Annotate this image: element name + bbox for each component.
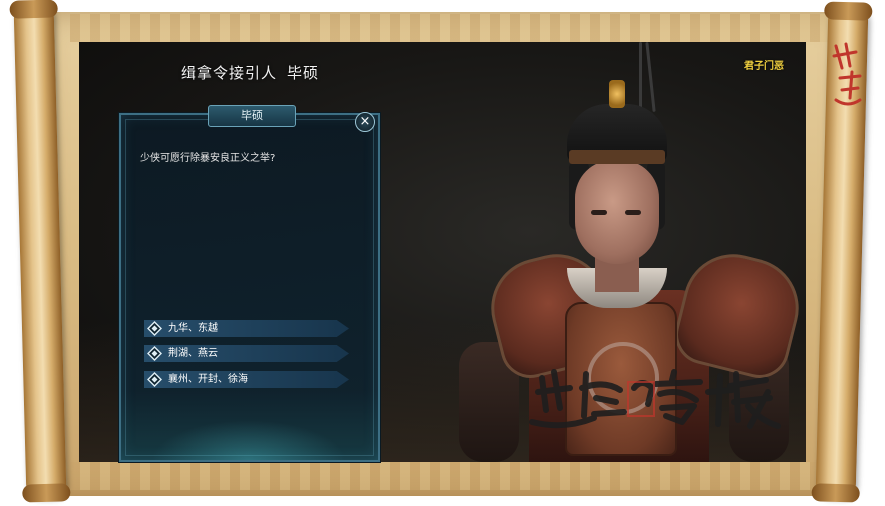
roller-cap-bottom <box>811 483 860 503</box>
dialog-glow <box>151 420 346 460</box>
roller-cap-top <box>9 0 58 19</box>
hat-ornament <box>609 80 625 108</box>
diamond-icon <box>147 321 162 336</box>
roller-cap-top <box>824 1 873 21</box>
npc-face <box>575 160 659 264</box>
watermark-logo <box>529 369 781 429</box>
hat-plume-right <box>645 42 656 112</box>
diamond-icon <box>147 346 162 361</box>
npc-name: 毕硕 <box>287 64 320 82</box>
dialog-option-label: 襄州、开封、徐海 <box>168 374 248 385</box>
npc-eye-left <box>591 210 607 215</box>
seal-stamp <box>832 42 862 106</box>
dialog-option-label: 荆湖、燕云 <box>168 348 218 359</box>
npc-hat-band <box>569 150 665 164</box>
scroll-border-top <box>70 14 830 42</box>
dialog-option-label: 九华、东越 <box>168 323 218 334</box>
dialog-option-2[interactable]: 荆湖、燕云 <box>144 345 349 362</box>
dialog-header: 毕硕 <box>208 105 296 127</box>
title-badge: 君子门恶 <box>744 61 784 72</box>
close-button[interactable]: × <box>355 112 375 132</box>
npc-role: 缉拿令接引人 <box>181 64 278 82</box>
npc-eye-right <box>625 210 641 215</box>
dialog-option-1[interactable]: 九华、东越 <box>144 320 349 337</box>
scroll-border-bottom <box>70 462 830 490</box>
dialog-text: 少侠可愿行除暴安良正义之举? <box>140 153 276 164</box>
dialog-option-3[interactable]: 襄州、开封、徐海 <box>144 371 349 388</box>
hat-plume-left <box>639 42 642 112</box>
npc-title: 缉拿令接引人 毕硕 <box>181 62 319 83</box>
diamond-icon <box>147 372 162 387</box>
npc-dialog-panel: 毕硕 × 少侠可愿行除暴安良正义之举? 九华、东越 荆湖、燕云 襄州、开封、徐海 <box>119 105 380 462</box>
roller-cap-bottom <box>22 483 71 503</box>
